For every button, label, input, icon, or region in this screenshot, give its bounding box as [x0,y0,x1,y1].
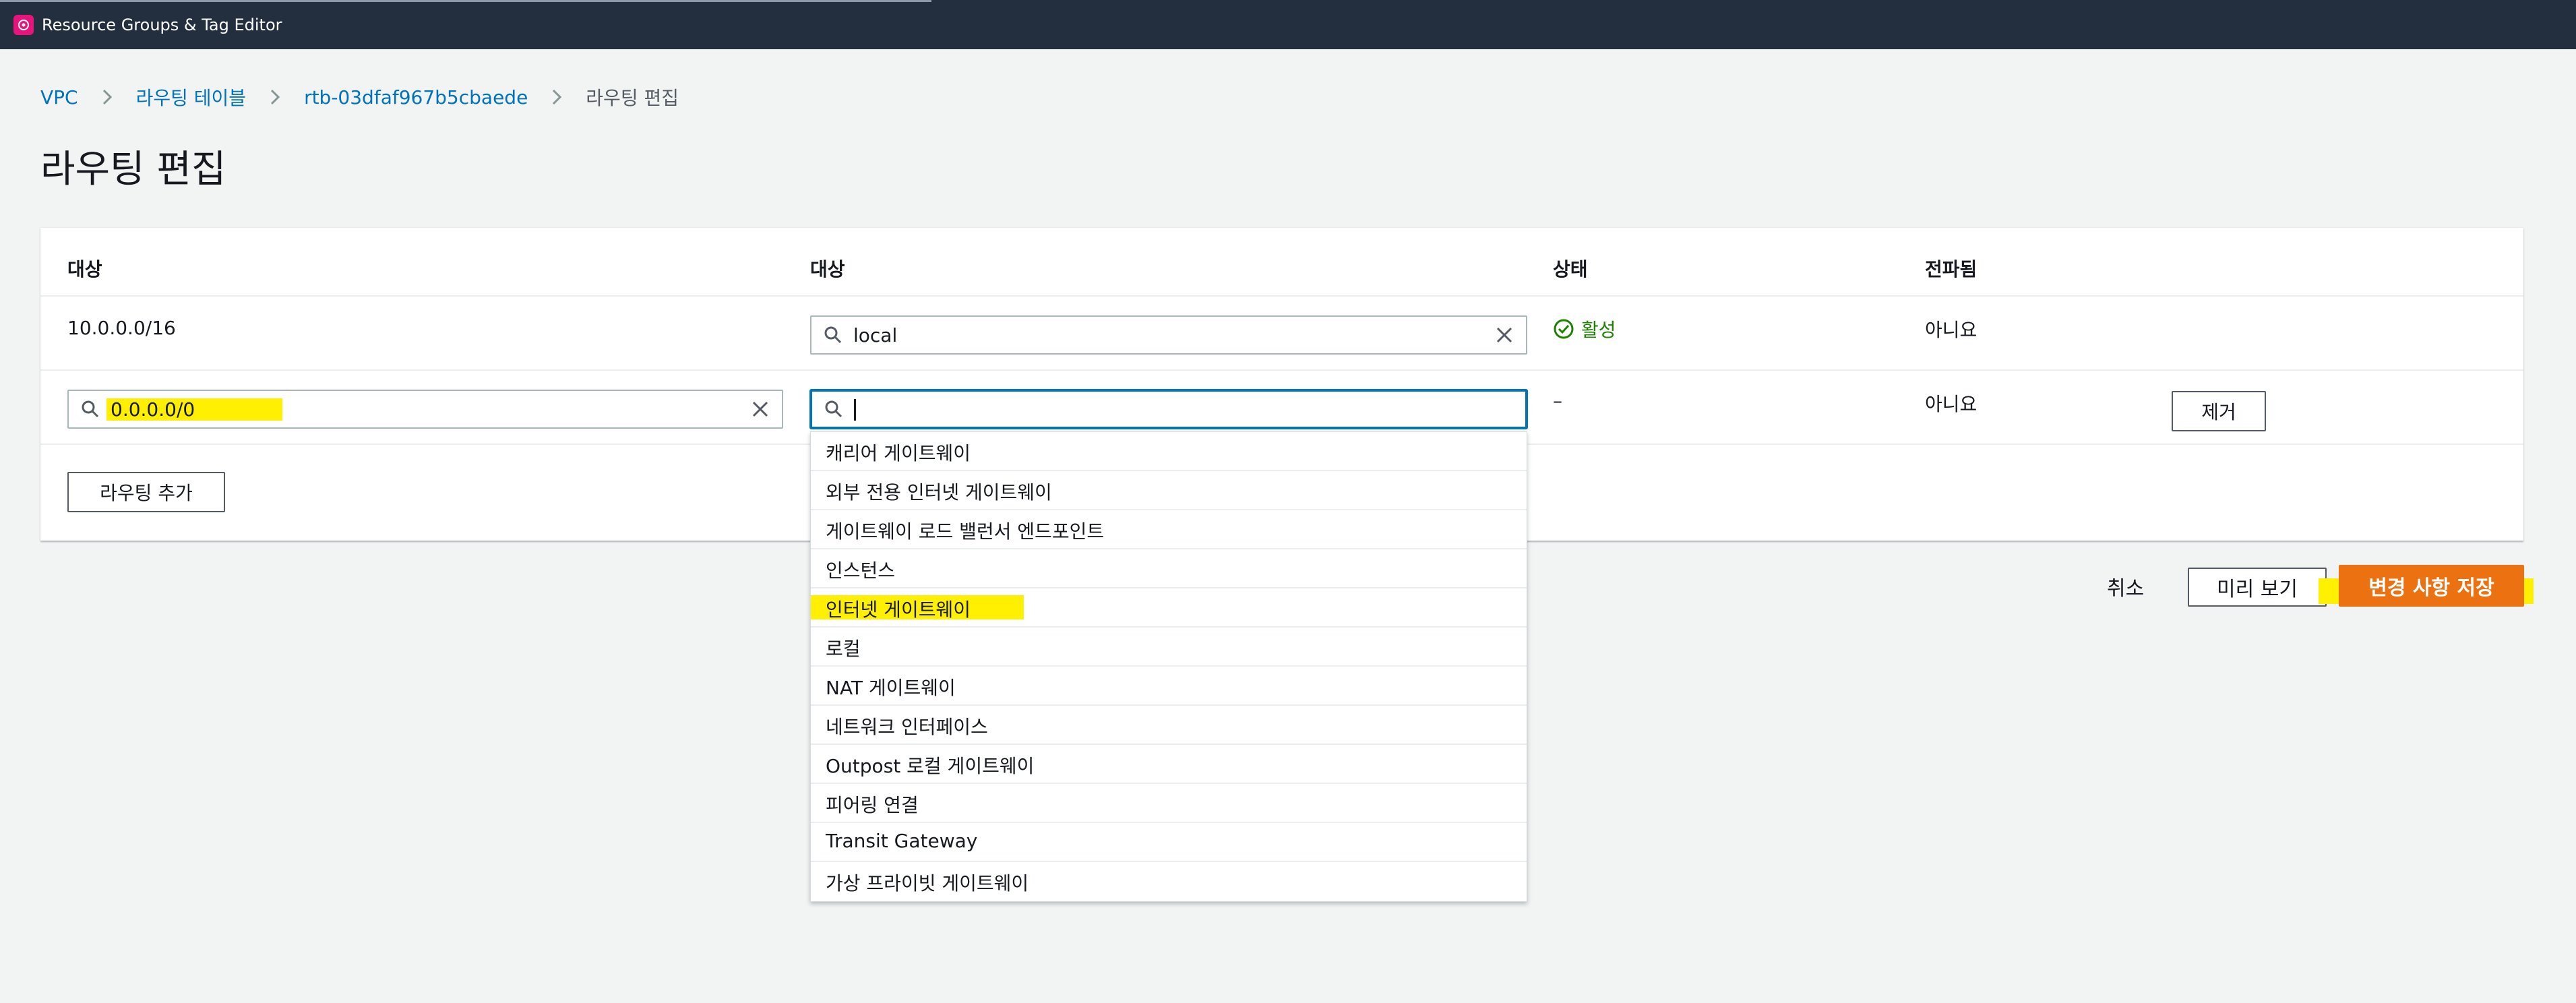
route-destination-text: 10.0.0.0/16 [67,317,176,339]
option-label: 네트워크 인터페이스 [826,716,988,738]
status-text: 활성 [1581,319,1616,341]
column-header-destination: 대상 [67,258,102,280]
clear-icon[interactable] [1495,326,1514,344]
dropdown-option-nat-gateway[interactable]: NAT 게이트웨이 [811,667,1527,706]
breadcrumb-route-table-id[interactable]: rtb-03dfaf967b5cbaede [304,86,528,109]
add-route-button[interactable]: 라우팅 추가 [67,472,225,512]
destination-input[interactable]: 0.0.0.0/0 [67,390,783,429]
option-label: 외부 전용 인터넷 게이트웨이 [826,481,1052,504]
dropdown-option-gwlb-endpoint[interactable]: 게이트웨이 로드 밸런서 엔드포인트 [811,510,1527,549]
resource-groups-icon[interactable] [13,14,34,35]
target-input[interactable]: local [810,315,1527,355]
target-search-value [854,398,1525,421]
option-label: Outpost 로컬 게이트웨이 [826,755,1035,777]
dropdown-option-instance[interactable]: 인스턴스 [811,549,1527,588]
status-text: – [1553,390,1562,412]
highlight-mark [2524,578,2534,604]
dropdown-option-transit-gateway[interactable]: Transit Gateway [811,823,1527,862]
search-icon [824,326,842,344]
cancel-button[interactable]: 취소 [2107,572,2144,601]
option-label: 캐리어 게이트웨이 [826,442,971,464]
save-changes-button[interactable]: 변경 사항 저장 [2339,565,2524,607]
option-label: 피어링 연결 [826,794,919,816]
option-label: 로컬 [826,638,861,660]
breadcrumb-vpc[interactable]: VPC [40,86,78,109]
target-search-input[interactable] [810,390,1527,429]
dropdown-option-peering-connection[interactable]: 피어링 연결 [811,784,1527,823]
option-label: 인터넷 게이트웨이 [826,599,971,621]
option-label: 인스턴스 [826,559,896,582]
page-title: 라우팅 편집 [40,148,226,191]
destination-input-value: 0.0.0.0/0 [106,398,283,421]
status-badge: 활성 [1553,315,1616,342]
row-divider [40,295,2523,297]
search-icon [82,400,99,418]
dropdown-option-internet-gateway[interactable]: 인터넷 게이트웨이 [811,588,1527,628]
highlight-mark [2319,578,2340,604]
option-label: 가상 프라이빗 게이트웨이 [826,872,1029,894]
column-header-target: 대상 [810,258,845,280]
option-label: NAT 게이트웨이 [826,677,956,699]
dropdown-option-local[interactable]: 로컬 [811,628,1527,667]
propagated-text: 아니요 [1925,393,1977,415]
dropdown-option-carrier-gateway[interactable]: 캐리어 게이트웨이 [811,432,1527,471]
preview-button[interactable]: 미리 보기 [2188,568,2327,607]
clear-icon[interactable] [751,400,770,419]
column-header-status: 상태 [1553,258,1588,280]
search-icon [825,400,842,418]
option-label: 게이트웨이 로드 밸런서 엔드포인트 [826,520,1105,543]
chevron-right-icon [98,88,116,106]
option-label: Transit Gateway [826,830,978,852]
app-title[interactable]: Resource Groups & Tag Editor [42,16,282,34]
loading-progress [0,0,931,2]
chevron-right-icon [266,88,284,106]
top-bar: Resource Groups & Tag Editor [0,0,2576,49]
dropdown-option-virtual-private-gateway[interactable]: 가상 프라이빗 게이트웨이 [811,862,1527,901]
column-header-propagated: 전파됨 [1925,258,1977,280]
dropdown-option-egress-only-igw[interactable]: 외부 전용 인터넷 게이트웨이 [811,471,1527,510]
row-divider [40,369,2523,371]
remove-button[interactable]: 제거 [2172,391,2266,431]
chevron-right-icon [548,88,565,106]
breadcrumb-current: 라우팅 편집 [586,87,679,109]
dropdown-option-network-interface[interactable]: 네트워크 인터페이스 [811,706,1527,745]
destination-input-value-wrap: 0.0.0.0/0 [106,398,751,421]
breadcrumb: VPC 라우팅 테이블 rtb-03dfaf967b5cbaede 라우팅 편집 [40,84,679,111]
target-dropdown: 캐리어 게이트웨이 외부 전용 인터넷 게이트웨이 게이트웨이 로드 밸런서 엔… [810,431,1527,902]
dropdown-option-outpost-local-gateway[interactable]: Outpost 로컬 게이트웨이 [811,745,1527,784]
check-circle-icon [1554,319,1574,339]
breadcrumb-route-tables[interactable]: 라우팅 테이블 [136,84,246,111]
text-caret [854,399,856,421]
target-input-value: local [853,324,898,346]
propagated-text: 아니요 [1925,319,1977,341]
